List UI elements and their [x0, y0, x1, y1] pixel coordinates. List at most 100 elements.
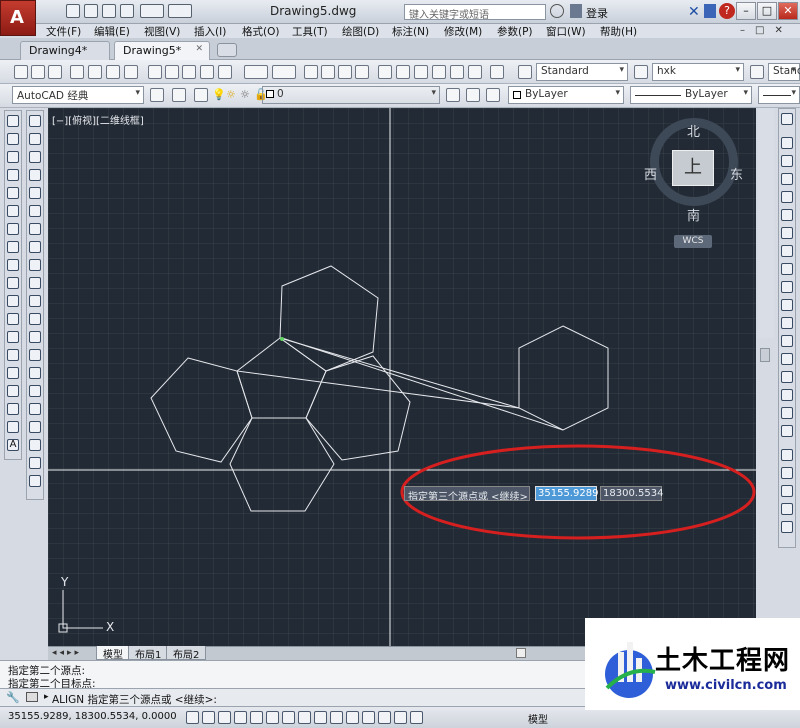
break-at-point-icon[interactable] — [29, 313, 41, 325]
customize-wrench-icon[interactable]: 🔧 — [6, 691, 20, 704]
parallel-snap-icon[interactable] — [781, 335, 793, 347]
snap-endpoint-icon[interactable] — [29, 439, 41, 451]
dim-style-select[interactable]: hxk — [652, 63, 744, 81]
table-icon[interactable] — [7, 421, 19, 433]
linetype-select[interactable]: ByLayer — [630, 86, 752, 104]
gradient-icon[interactable] — [7, 385, 19, 397]
qnew-icon[interactable] — [14, 65, 28, 79]
layer-vp-freeze-icon[interactable]: ☼ — [240, 88, 250, 101]
dimension-linear-icon[interactable] — [781, 449, 793, 461]
make-block-icon[interactable] — [7, 331, 19, 343]
new-tab-button[interactable] — [217, 43, 237, 57]
table-style-select[interactable]: Stand — [768, 63, 800, 81]
scrollbar-vertical[interactable] — [758, 108, 774, 362]
pan-icon[interactable] — [304, 65, 318, 79]
insert-block-icon[interactable] — [7, 313, 19, 325]
scale-icon[interactable] — [29, 241, 41, 253]
layer-freeze-icon[interactable]: ☼ — [226, 88, 236, 101]
array-icon[interactable] — [29, 187, 41, 199]
menu-draw[interactable]: 绘图(D) — [342, 24, 379, 39]
compass-west[interactable]: 西 — [644, 164, 657, 183]
break-icon[interactable] — [29, 331, 41, 343]
nearest-snap-icon[interactable] — [781, 389, 793, 401]
midpoint-snap-icon[interactable] — [781, 191, 793, 203]
redo-icon[interactable] — [168, 4, 192, 18]
annotation-monitor-icon[interactable] — [410, 711, 423, 724]
search-input[interactable]: 键入关键字或短语 — [404, 4, 546, 21]
minimize-button[interactable]: – — [736, 2, 756, 20]
construction-line-icon[interactable] — [7, 133, 19, 145]
hexagon-left[interactable] — [150, 357, 253, 463]
snap-midpoint-icon[interactable] — [29, 457, 41, 469]
menu-view[interactable]: 视图(V) — [144, 24, 180, 39]
dimension-angular-icon[interactable] — [781, 503, 793, 515]
lineweight-icon[interactable] — [346, 711, 359, 724]
coordinates-readout[interactable]: 35155.9289, 18300.5534, 0.0000 — [8, 711, 177, 722]
from-icon[interactable] — [781, 155, 793, 167]
object-snap-tracking-icon[interactable] — [298, 711, 311, 724]
hatch-icon[interactable] — [7, 367, 19, 379]
erase-icon[interactable] — [29, 115, 41, 127]
none-snap-icon[interactable] — [781, 407, 793, 419]
text-style-icon[interactable] — [518, 65, 532, 79]
transparency-icon[interactable] — [362, 711, 375, 724]
layer-select[interactable]: 0 — [262, 86, 440, 104]
redo-toolbar-icon[interactable] — [272, 65, 296, 79]
move-icon[interactable] — [29, 205, 41, 217]
snap-mode-icon[interactable] — [202, 711, 215, 724]
join-icon[interactable] — [29, 349, 41, 361]
menu-help[interactable]: 帮助(H) — [600, 24, 637, 39]
workspace-settings-icon[interactable] — [150, 88, 164, 102]
model-space-button[interactable]: 模型 — [528, 711, 548, 726]
close-tab-icon[interactable]: ✕ — [195, 44, 203, 54]
login-link[interactable]: 登录 — [586, 5, 608, 21]
mirror-icon[interactable] — [29, 151, 41, 163]
save-toolbar-icon[interactable] — [48, 65, 62, 79]
text-style-select[interactable]: Standard — [536, 63, 628, 81]
infer-constraints-icon[interactable] — [186, 711, 199, 724]
pentagon-center[interactable] — [236, 337, 327, 419]
lineweight-select[interactable] — [758, 86, 800, 104]
ellipse-arc-icon[interactable] — [7, 295, 19, 307]
chamfer-icon[interactable] — [29, 367, 41, 379]
cut-icon[interactable] — [148, 65, 162, 79]
dynamic-input-icon[interactable] — [330, 711, 343, 724]
maximize-button[interactable]: □ — [757, 2, 777, 20]
make-current-layer-icon[interactable] — [446, 88, 460, 102]
open-icon[interactable] — [31, 65, 45, 79]
ortho-mode-icon[interactable] — [234, 711, 247, 724]
menu-parametric[interactable]: 参数(P) — [497, 24, 533, 39]
snap-center-icon[interactable] — [29, 475, 41, 487]
copy-object-icon[interactable] — [29, 133, 41, 145]
circle-icon[interactable] — [7, 223, 19, 235]
apparent-intersection-icon[interactable] — [781, 227, 793, 239]
menu-file[interactable]: 文件(F) — [46, 24, 81, 39]
object-snap-icon[interactable] — [266, 711, 279, 724]
dynamic-input-y-field[interactable]: 18300.5534 — [600, 486, 663, 501]
tab-model[interactable]: 模型 — [96, 646, 130, 661]
grip-point[interactable] — [280, 337, 284, 341]
modify-edit-icon[interactable] — [781, 113, 793, 125]
quickcalc-icon[interactable] — [468, 65, 482, 79]
3d-object-snap-icon[interactable] — [282, 711, 295, 724]
polygon-icon[interactable] — [7, 169, 19, 181]
insert-snap-icon[interactable] — [781, 353, 793, 365]
revcloud-icon[interactable] — [7, 241, 19, 253]
exchange-icon[interactable]: ✕ — [688, 4, 700, 20]
dimension-aligned-icon[interactable] — [781, 467, 793, 479]
leader-icon[interactable] — [781, 521, 793, 533]
layer-properties-icon[interactable] — [194, 88, 208, 102]
application-menu-button[interactable]: A — [0, 0, 36, 36]
compass-north[interactable]: 北 — [687, 121, 700, 140]
viewcube-top-face[interactable]: 上 — [672, 150, 714, 186]
quick-properties-icon[interactable] — [378, 711, 391, 724]
offset-icon[interactable] — [29, 169, 41, 181]
block-editor-icon[interactable] — [218, 65, 232, 79]
markup-icon[interactable] — [450, 65, 464, 79]
line-icon[interactable] — [7, 115, 19, 127]
temp-track-icon[interactable] — [781, 137, 793, 149]
workspace-lock-icon[interactable] — [172, 88, 186, 102]
layer-on-icon[interactable]: 💡 — [212, 88, 226, 101]
dimension-radius-icon[interactable] — [781, 485, 793, 497]
app-store-icon[interactable] — [704, 4, 716, 18]
